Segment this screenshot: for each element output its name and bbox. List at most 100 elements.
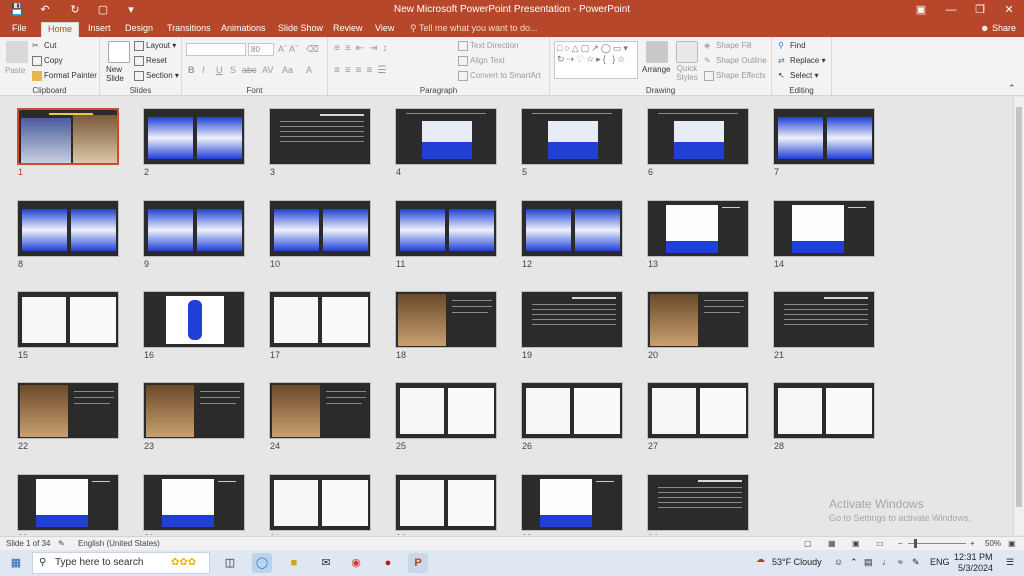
taskbar-search[interactable]: ⚲ Type here to search ✿✿✿	[32, 552, 210, 574]
underline-icon[interactable]: U	[216, 65, 223, 75]
arrange-button[interactable]: Arrange	[642, 65, 670, 74]
spelling-icon[interactable]: ✎	[58, 539, 65, 548]
tab-review[interactable]: Review	[327, 22, 369, 37]
file-explorer-icon[interactable]: ■	[284, 553, 304, 573]
weather-status[interactable]: 53°F Cloudy	[772, 557, 822, 567]
zoom-slider-thumb[interactable]	[914, 539, 917, 548]
slide-thumbnail[interactable]	[143, 291, 245, 348]
tab-file[interactable]: File	[6, 22, 33, 37]
slide-thumbnail[interactable]	[395, 474, 497, 531]
slide-thumbnail[interactable]	[143, 108, 245, 165]
replace-button[interactable]: ⇄ Replace ▾	[778, 56, 826, 66]
slide-thumbnail[interactable]	[17, 291, 119, 348]
tab-animations[interactable]: Animations	[215, 22, 272, 37]
slide-thumbnail[interactable]	[269, 291, 371, 348]
scrollbar-thumb[interactable]	[1016, 107, 1022, 507]
slide-thumbnail[interactable]	[521, 291, 623, 348]
slide-thumbnail[interactable]	[773, 200, 875, 257]
windows-start-icon[interactable]: ▦	[6, 553, 26, 573]
task-view-icon[interactable]: ◫	[220, 553, 240, 573]
clock-time[interactable]: 12:31 PM	[954, 552, 993, 562]
slide-thumbnail[interactable]	[647, 108, 749, 165]
tell-me-search[interactable]: ⚲ Tell me what you want to do...	[410, 23, 538, 34]
list-icons[interactable]: ≡≡⇤⇥↕	[334, 43, 392, 54]
text-direction-button[interactable]: Text Direction	[458, 41, 518, 51]
quick-styles-button[interactable]: Quick Styles	[674, 64, 700, 82]
slide-thumbnail[interactable]	[647, 474, 749, 531]
slide-thumbnail[interactable]	[395, 200, 497, 257]
slide-thumbnail[interactable]	[521, 474, 623, 531]
clock-date[interactable]: 5/3/2024	[958, 563, 993, 573]
slide-thumbnail[interactable]	[773, 291, 875, 348]
reading-view-icon[interactable]: ▣	[852, 539, 860, 548]
notifications-icon[interactable]: ☰	[1006, 557, 1014, 568]
new-slide-icon[interactable]	[108, 41, 130, 63]
font-size-box[interactable]: 80	[248, 43, 274, 56]
slide-thumbnail[interactable]	[521, 200, 623, 257]
tab-insert[interactable]: Insert	[82, 22, 117, 37]
normal-view-icon[interactable]: ▢	[804, 539, 812, 548]
cut-button[interactable]: ✂ Cut	[32, 41, 56, 51]
change-case-icon[interactable]: Aa	[282, 65, 293, 75]
slide-thumbnail[interactable]	[143, 382, 245, 439]
slide-thumbnail[interactable]	[17, 108, 119, 165]
fit-slide-icon[interactable]: ▣	[1008, 539, 1016, 548]
language-status[interactable]: English (United States)	[78, 539, 160, 548]
shape-fill-button[interactable]: ◈ Shape Fill	[704, 41, 752, 51]
align-text-button[interactable]: Align Text	[458, 56, 505, 66]
collapse-ribbon-icon[interactable]: ⌃	[1008, 83, 1016, 94]
slide-thumbnail[interactable]	[521, 108, 623, 165]
slide-thumbnail[interactable]	[17, 200, 119, 257]
wifi-icon[interactable]: ≈	[898, 557, 903, 567]
slide-thumbnail[interactable]	[395, 108, 497, 165]
restore-icon[interactable]: ❐	[965, 2, 995, 18]
slide-thumbnail[interactable]	[17, 382, 119, 439]
edge-icon[interactable]: ◯	[252, 553, 272, 573]
chevron-up-icon[interactable]: ⌃	[850, 557, 858, 568]
slide-thumbnail[interactable]	[521, 382, 623, 439]
slide-thumbnail[interactable]	[269, 108, 371, 165]
minimize-icon[interactable]: —	[936, 2, 966, 18]
strikethrough-icon[interactable]: abc	[242, 65, 257, 75]
slide-thumbnail[interactable]	[395, 291, 497, 348]
section-button[interactable]: Section ▾	[134, 71, 179, 81]
slide-sorter-view-icon[interactable]: ▦	[828, 539, 836, 548]
layout-button[interactable]: Layout ▾	[134, 41, 176, 51]
slide-thumbnail[interactable]	[17, 474, 119, 531]
find-button[interactable]: ⚲ Find	[778, 41, 806, 51]
zoom-out-icon[interactable]: −	[898, 539, 903, 548]
reset-button[interactable]: Reset	[134, 56, 167, 66]
format-painter-button[interactable]: Format Painter	[32, 71, 97, 81]
alignment-icons[interactable]: ≡≡≡≡☰	[334, 65, 391, 76]
select-button[interactable]: ↖ Select ▾	[778, 71, 818, 81]
powerpoint-taskbar-icon[interactable]: P	[408, 553, 428, 573]
slide-thumbnail[interactable]	[269, 474, 371, 531]
new-slide-button[interactable]: New Slide	[106, 65, 130, 83]
slide-thumbnail[interactable]	[647, 382, 749, 439]
copy-button[interactable]: Copy	[32, 56, 63, 66]
shape-effects-button[interactable]: Shape Effects	[704, 71, 766, 81]
shadow-icon[interactable]: S	[230, 65, 236, 75]
slide-thumbnail[interactable]	[773, 108, 875, 165]
slideshow-view-icon[interactable]: ▭	[876, 539, 884, 548]
slide-thumbnail[interactable]	[143, 474, 245, 531]
zoom-in-icon[interactable]: +	[970, 539, 975, 548]
grow-font-icon[interactable]: Aˆ Aˇ	[278, 44, 298, 54]
shape-outline-button[interactable]: ✎ Shape Outline	[704, 56, 767, 66]
language-indicator[interactable]: ENG	[930, 557, 950, 567]
paste-button[interactable]: Paste	[5, 66, 25, 75]
clear-formatting-icon[interactable]: ⌫	[306, 44, 319, 55]
slide-thumbnail[interactable]	[647, 200, 749, 257]
slide-sorter[interactable]: 1 2 3 4 5 6 7 8 9 10 11 12 13 14 15 16 17 18 19 20 21 22 23 24 2…	[0, 97, 1013, 535]
share-button[interactable]: ☻ Share	[980, 23, 1016, 33]
quick-styles-icon[interactable]	[676, 41, 698, 63]
slide-thumbnail[interactable]	[143, 200, 245, 257]
italic-icon[interactable]: I	[202, 65, 205, 75]
bold-icon[interactable]: B	[188, 65, 195, 75]
tab-transitions[interactable]: Transitions	[161, 22, 217, 37]
character-spacing-icon[interactable]: AV	[262, 65, 273, 75]
font-color-icon[interactable]: A	[306, 65, 312, 75]
slide-thumbnail[interactable]	[773, 382, 875, 439]
font-name-box[interactable]	[186, 43, 246, 56]
vertical-scrollbar[interactable]	[1013, 97, 1024, 535]
